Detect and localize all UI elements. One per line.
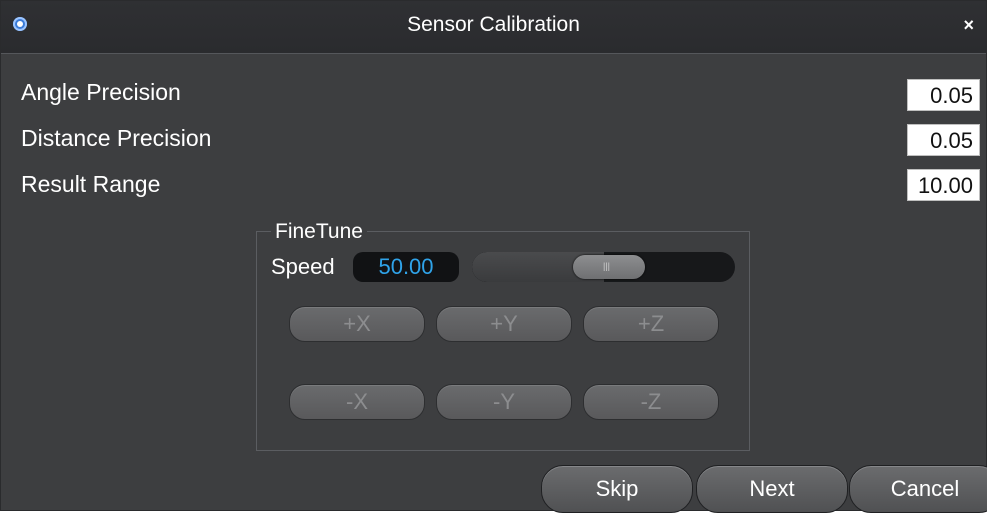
plus-y-button[interactable]: +Y <box>436 306 572 342</box>
speed-value-input[interactable]: 50.00 <box>353 252 459 282</box>
distance-precision-label: Distance Precision <box>21 125 212 151</box>
angle-precision-input[interactable]: 0.05 <box>907 79 980 111</box>
minus-x-button[interactable]: -X <box>289 384 425 420</box>
title-bar[interactable]: Sensor Calibration × <box>1 1 986 54</box>
next-button[interactable]: Next <box>696 465 848 513</box>
speed-label: Speed <box>271 254 335 279</box>
dialog-window: Sensor Calibration × Angle Precision 0.0… <box>0 0 987 513</box>
skip-button[interactable]: Skip <box>541 465 693 513</box>
result-range-input[interactable]: 10.00 <box>907 169 980 201</box>
speed-slider-handle[interactable]: ||| <box>573 255 645 279</box>
plus-z-button[interactable]: +Z <box>583 306 719 342</box>
window-title: Sensor Calibration <box>407 13 580 36</box>
cancel-button[interactable]: Cancel <box>849 465 987 513</box>
speed-slider[interactable]: ||| <box>472 252 735 282</box>
distance-precision-input[interactable]: 0.05 <box>907 124 980 156</box>
plus-x-button[interactable]: +X <box>289 306 425 342</box>
minus-y-button[interactable]: -Y <box>436 384 572 420</box>
close-icon[interactable]: × <box>963 15 974 36</box>
finetune-group: FineTune Speed 50.00 ||| +X +Y +Z -X -Y … <box>256 220 750 451</box>
grip-icon: ||| <box>603 261 611 271</box>
minus-z-button[interactable]: -Z <box>583 384 719 420</box>
finetune-legend: FineTune <box>271 220 367 244</box>
angle-precision-label: Angle Precision <box>21 79 181 105</box>
result-range-label: Result Range <box>21 171 161 197</box>
